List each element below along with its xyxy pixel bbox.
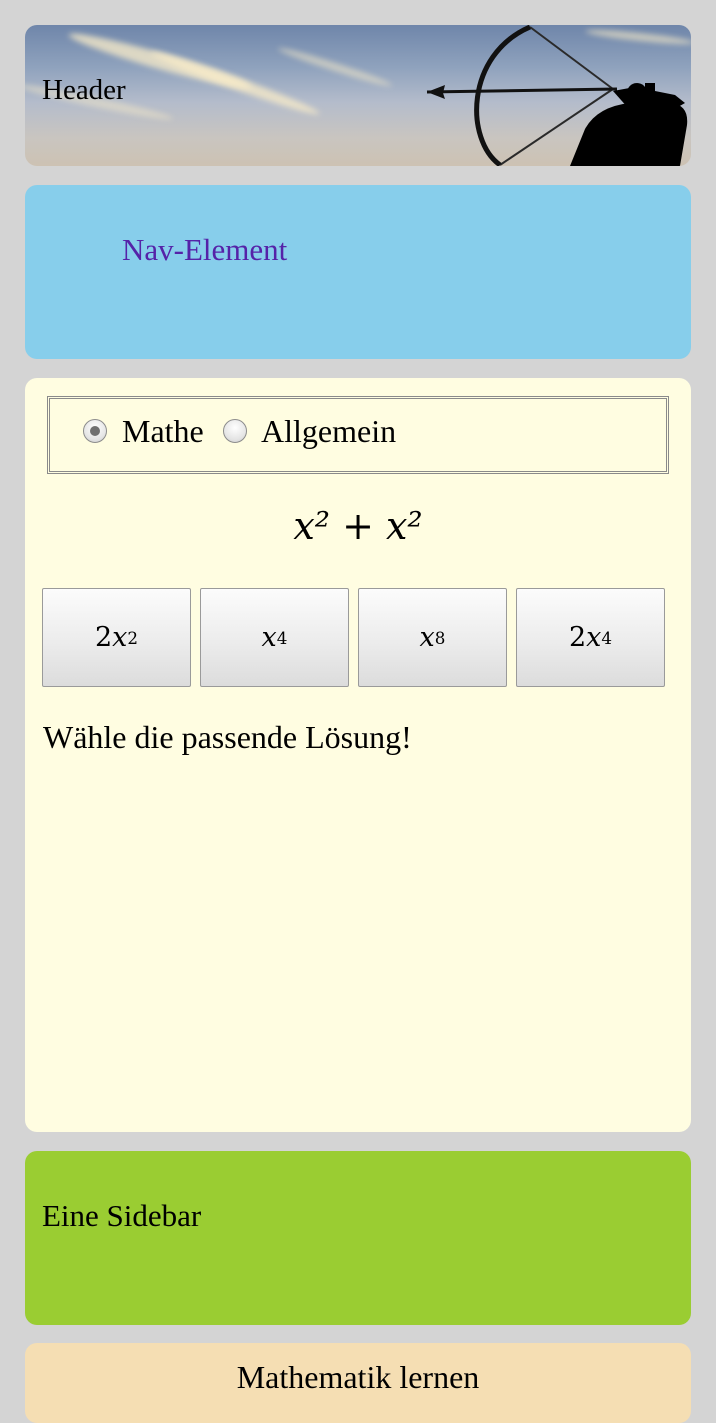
answer-button-x4[interactable]: x4 — [200, 588, 349, 687]
radio-mathe-label[interactable]: Mathe — [122, 412, 204, 450]
sidebar: Eine Sidebar — [25, 1151, 691, 1325]
sidebar-text: Eine Sidebar — [42, 1198, 202, 1233]
radio-mathe[interactable] — [83, 419, 107, 443]
answer-variable: x — [586, 622, 602, 653]
answer-variable: x — [261, 622, 277, 653]
answer-button-2x4[interactable]: 2x4 — [516, 588, 665, 687]
answer-variable: x — [419, 622, 435, 653]
navigation: Nav-Element — [25, 185, 691, 359]
formula: x² + x² — [293, 504, 423, 548]
radio-allgemein-label[interactable]: Allgemein — [261, 412, 396, 450]
nav-element-link[interactable]: Nav-Element — [122, 232, 287, 268]
answer-button-2x2[interactable]: 2x2 — [42, 588, 191, 687]
radio-allgemein[interactable] — [223, 419, 247, 443]
main-content: Mathe Allgemein x² + x² 2x2 x4 x8 2x4 Wä… — [25, 378, 691, 1132]
instruction-text: Wähle die passende Lösung! — [43, 719, 412, 755]
footer: Mathematik lernen — [25, 1343, 691, 1423]
answer-coef: 2 — [568, 622, 587, 653]
answer-button-x8[interactable]: x8 — [358, 588, 507, 687]
header: Header — [25, 25, 691, 166]
answer-variable: x — [112, 622, 128, 653]
answer-coef: 2 — [94, 622, 113, 653]
footer-text: Mathematik lernen — [236, 1359, 480, 1395]
mode-selector: Mathe Allgemein — [47, 396, 669, 474]
header-title: Header — [42, 74, 126, 106]
